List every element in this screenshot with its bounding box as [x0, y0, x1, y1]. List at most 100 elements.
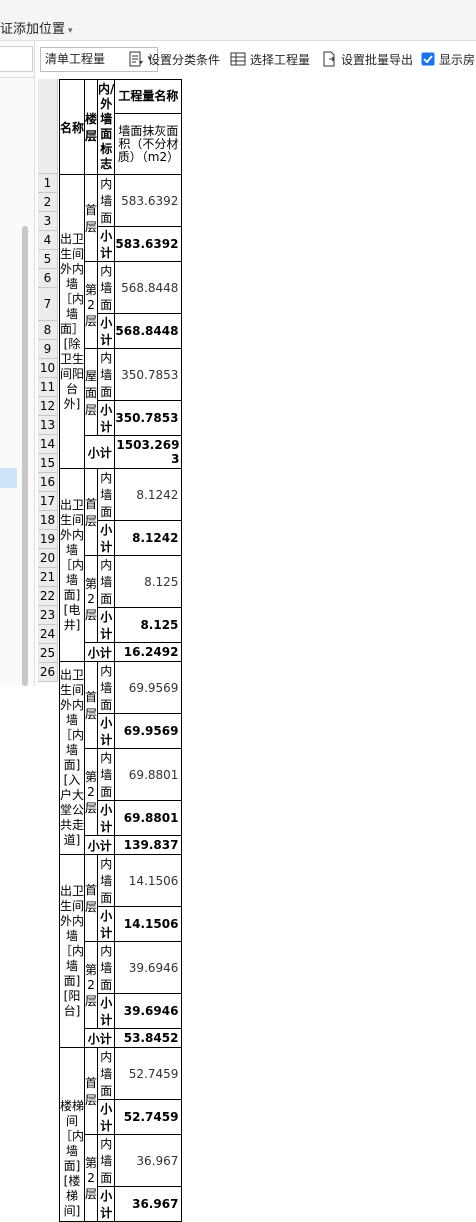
value-cell[interactable]: 583.6392 — [114, 174, 183, 227]
group-total-value[interactable]: 139.837 — [114, 835, 183, 855]
value-cell[interactable]: 8.125 — [114, 555, 183, 608]
subtotal-label[interactable]: 小计 — [97, 400, 116, 436]
wall-flag-cell[interactable]: 内墙面 — [97, 748, 116, 801]
wall-flag-cell[interactable]: 内墙面 — [97, 661, 116, 714]
header-floor[interactable]: 楼层 — [83, 79, 99, 175]
floor-cell[interactable]: 屋面层 — [83, 348, 99, 436]
group-total-label[interactable]: 小计 — [83, 642, 116, 662]
subtotal-label[interactable]: 小计 — [97, 607, 116, 643]
row-number[interactable]: 20 — [38, 549, 58, 568]
subtotal-label[interactable]: 小计 — [97, 800, 116, 836]
row-number[interactable]: 8 — [38, 321, 58, 340]
left-search-field[interactable] — [0, 46, 33, 72]
wall-flag-cell[interactable]: 内墙面 — [97, 261, 116, 314]
corner-cell[interactable] — [38, 79, 58, 174]
floor-cell[interactable]: 第2层 — [83, 941, 99, 1029]
row-number[interactable]: 5 — [38, 250, 58, 269]
value-cell[interactable]: 14.1506 — [114, 854, 183, 907]
value-cell[interactable]: 69.9569 — [114, 661, 183, 714]
group-total-value[interactable]: 53.8452 — [114, 1028, 183, 1048]
subtotal-label[interactable]: 小计 — [97, 993, 116, 1029]
header-name[interactable]: 名称 — [59, 79, 85, 175]
subtotal-label[interactable]: 小计 — [97, 1099, 116, 1135]
value-cell[interactable]: 8.1242 — [114, 468, 183, 521]
group-total-value[interactable]: 1503.2693 — [114, 435, 183, 469]
row-number[interactable]: 13 — [38, 416, 58, 435]
subtotal-value[interactable]: 52.7459 — [114, 1099, 183, 1135]
floor-cell[interactable]: 首层 — [83, 854, 99, 942]
row-number[interactable]: 19 — [38, 530, 58, 549]
subtotal-value[interactable]: 350.7853 — [114, 400, 183, 436]
location-dropdown[interactable]: 证添加位置 ▾ — [0, 18, 73, 37]
subtotal-label[interactable]: 小计 — [97, 906, 116, 942]
row-number[interactable]: 3 — [38, 212, 58, 231]
value-cell[interactable]: 350.7853 — [114, 348, 183, 401]
subtotal-label[interactable]: 小计 — [97, 520, 116, 556]
row-number[interactable]: 24 — [38, 625, 58, 644]
group-total-label[interactable]: 小计 — [83, 835, 116, 855]
batch-export-button[interactable]: 设置批量导出 — [321, 48, 413, 70]
floor-cell[interactable]: 第2层 — [83, 261, 99, 349]
subtotal-value[interactable]: 568.8448 — [114, 313, 183, 349]
wall-flag-cell[interactable]: 内墙面 — [97, 174, 116, 227]
subtotal-label[interactable]: 小计 — [97, 1186, 116, 1222]
group-total-value[interactable]: 16.2492 — [114, 642, 183, 662]
group-name[interactable]: 出卫生间外内墙［内墙面][阳台] — [59, 854, 85, 1048]
row-number[interactable]: 18 — [38, 511, 58, 530]
floor-cell[interactable]: 首层 — [83, 468, 99, 556]
subtotal-value[interactable]: 69.8801 — [114, 800, 183, 836]
select-quantity-button[interactable]: 选择工程量 — [230, 48, 310, 70]
subtotal-label[interactable]: 小计 — [97, 226, 116, 262]
wall-flag-cell[interactable]: 内墙面 — [97, 854, 116, 907]
row-number[interactable]: 23 — [38, 606, 58, 625]
group-total-label[interactable]: 小计 — [83, 435, 116, 469]
value-cell[interactable]: 36.967 — [114, 1134, 183, 1187]
row-number[interactable]: 12 — [38, 397, 58, 416]
wall-flag-cell[interactable]: 内墙面 — [97, 941, 116, 994]
group-name[interactable]: 出卫生间外内墙［内墙面］[除卫生间阳台外] — [59, 174, 85, 469]
header-wall-flag[interactable]: 内/外墙面标志 — [97, 79, 116, 175]
row-number[interactable]: 22 — [38, 587, 58, 606]
floor-cell[interactable]: 首层 — [83, 1047, 99, 1135]
row-number[interactable]: 25 — [38, 644, 58, 663]
floor-cell[interactable]: 首层 — [83, 661, 99, 749]
row-number[interactable]: 4 — [38, 231, 58, 250]
floor-cell[interactable]: 第2层 — [83, 1134, 99, 1222]
value-cell[interactable]: 39.6946 — [114, 941, 183, 994]
row-number[interactable]: 9 — [38, 340, 58, 359]
header-quantity-sub[interactable]: 墙面抹灰面积（不分材质）（m2） — [114, 113, 183, 175]
row-number[interactable]: 21 — [38, 568, 58, 587]
floor-cell[interactable]: 第2层 — [83, 555, 99, 643]
row-number[interactable]: 7 — [38, 288, 58, 321]
row-number[interactable]: 6 — [38, 269, 58, 288]
value-cell[interactable]: 69.8801 — [114, 748, 183, 801]
row-number[interactable]: 16 — [38, 473, 58, 492]
floor-cell[interactable]: 首层 — [83, 174, 99, 262]
row-number[interactable]: 10 — [38, 359, 58, 378]
subtotal-value[interactable]: 583.6392 — [114, 226, 183, 262]
row-number[interactable]: 11 — [38, 378, 58, 397]
left-scrollbar[interactable] — [22, 226, 28, 686]
group-name[interactable]: 出卫生间外内墙［内墙面][入户大堂公共走道] — [59, 661, 85, 855]
floor-cell[interactable]: 第2层 — [83, 748, 99, 836]
value-cell[interactable]: 568.8448 — [114, 261, 183, 314]
group-total-label[interactable]: 小计 — [83, 1028, 116, 1048]
row-number[interactable]: 15 — [38, 454, 58, 473]
value-cell[interactable]: 52.7459 — [114, 1047, 183, 1100]
wall-flag-cell[interactable]: 内墙面 — [97, 1047, 116, 1100]
wall-flag-cell[interactable]: 内墙面 — [97, 348, 116, 401]
wall-flag-cell[interactable]: 内墙面 — [97, 1134, 116, 1187]
selected-tree-item[interactable] — [0, 468, 17, 488]
row-number[interactable]: 2 — [38, 193, 58, 212]
classify-condition-button[interactable]: 设置分类条件 — [128, 48, 220, 70]
group-name[interactable]: 楼梯间［内墙面][楼梯间] — [59, 1047, 85, 1222]
row-number[interactable]: 14 — [38, 435, 58, 454]
header-quantity[interactable]: 工程量名称 — [114, 79, 183, 114]
show-room-checkbox[interactable]: 显示房 — [421, 48, 475, 70]
subtotal-value[interactable]: 8.1242 — [114, 520, 183, 556]
subtotal-label[interactable]: 小计 — [97, 313, 116, 349]
wall-flag-cell[interactable]: 内墙面 — [97, 468, 116, 521]
wall-flag-cell[interactable]: 内墙面 — [97, 555, 116, 608]
subtotal-label[interactable]: 小计 — [97, 713, 116, 749]
subtotal-value[interactable]: 14.1506 — [114, 906, 183, 942]
